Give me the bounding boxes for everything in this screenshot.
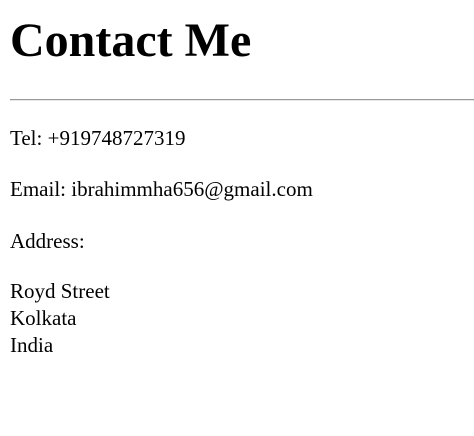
horizontal-divider [10,99,474,101]
page-title: Contact Me [10,14,252,67]
address-block: Royd Street Kolkata India [10,278,110,359]
address-label: Address: [10,229,85,253]
address-street: Royd Street [10,279,110,303]
address-city: Kolkata [10,306,77,330]
email-text: Email: ibrahimmha656@gmail.com [10,177,313,201]
telephone-text: Tel: +919748727319 [10,126,186,150]
address-country: India [10,333,54,357]
